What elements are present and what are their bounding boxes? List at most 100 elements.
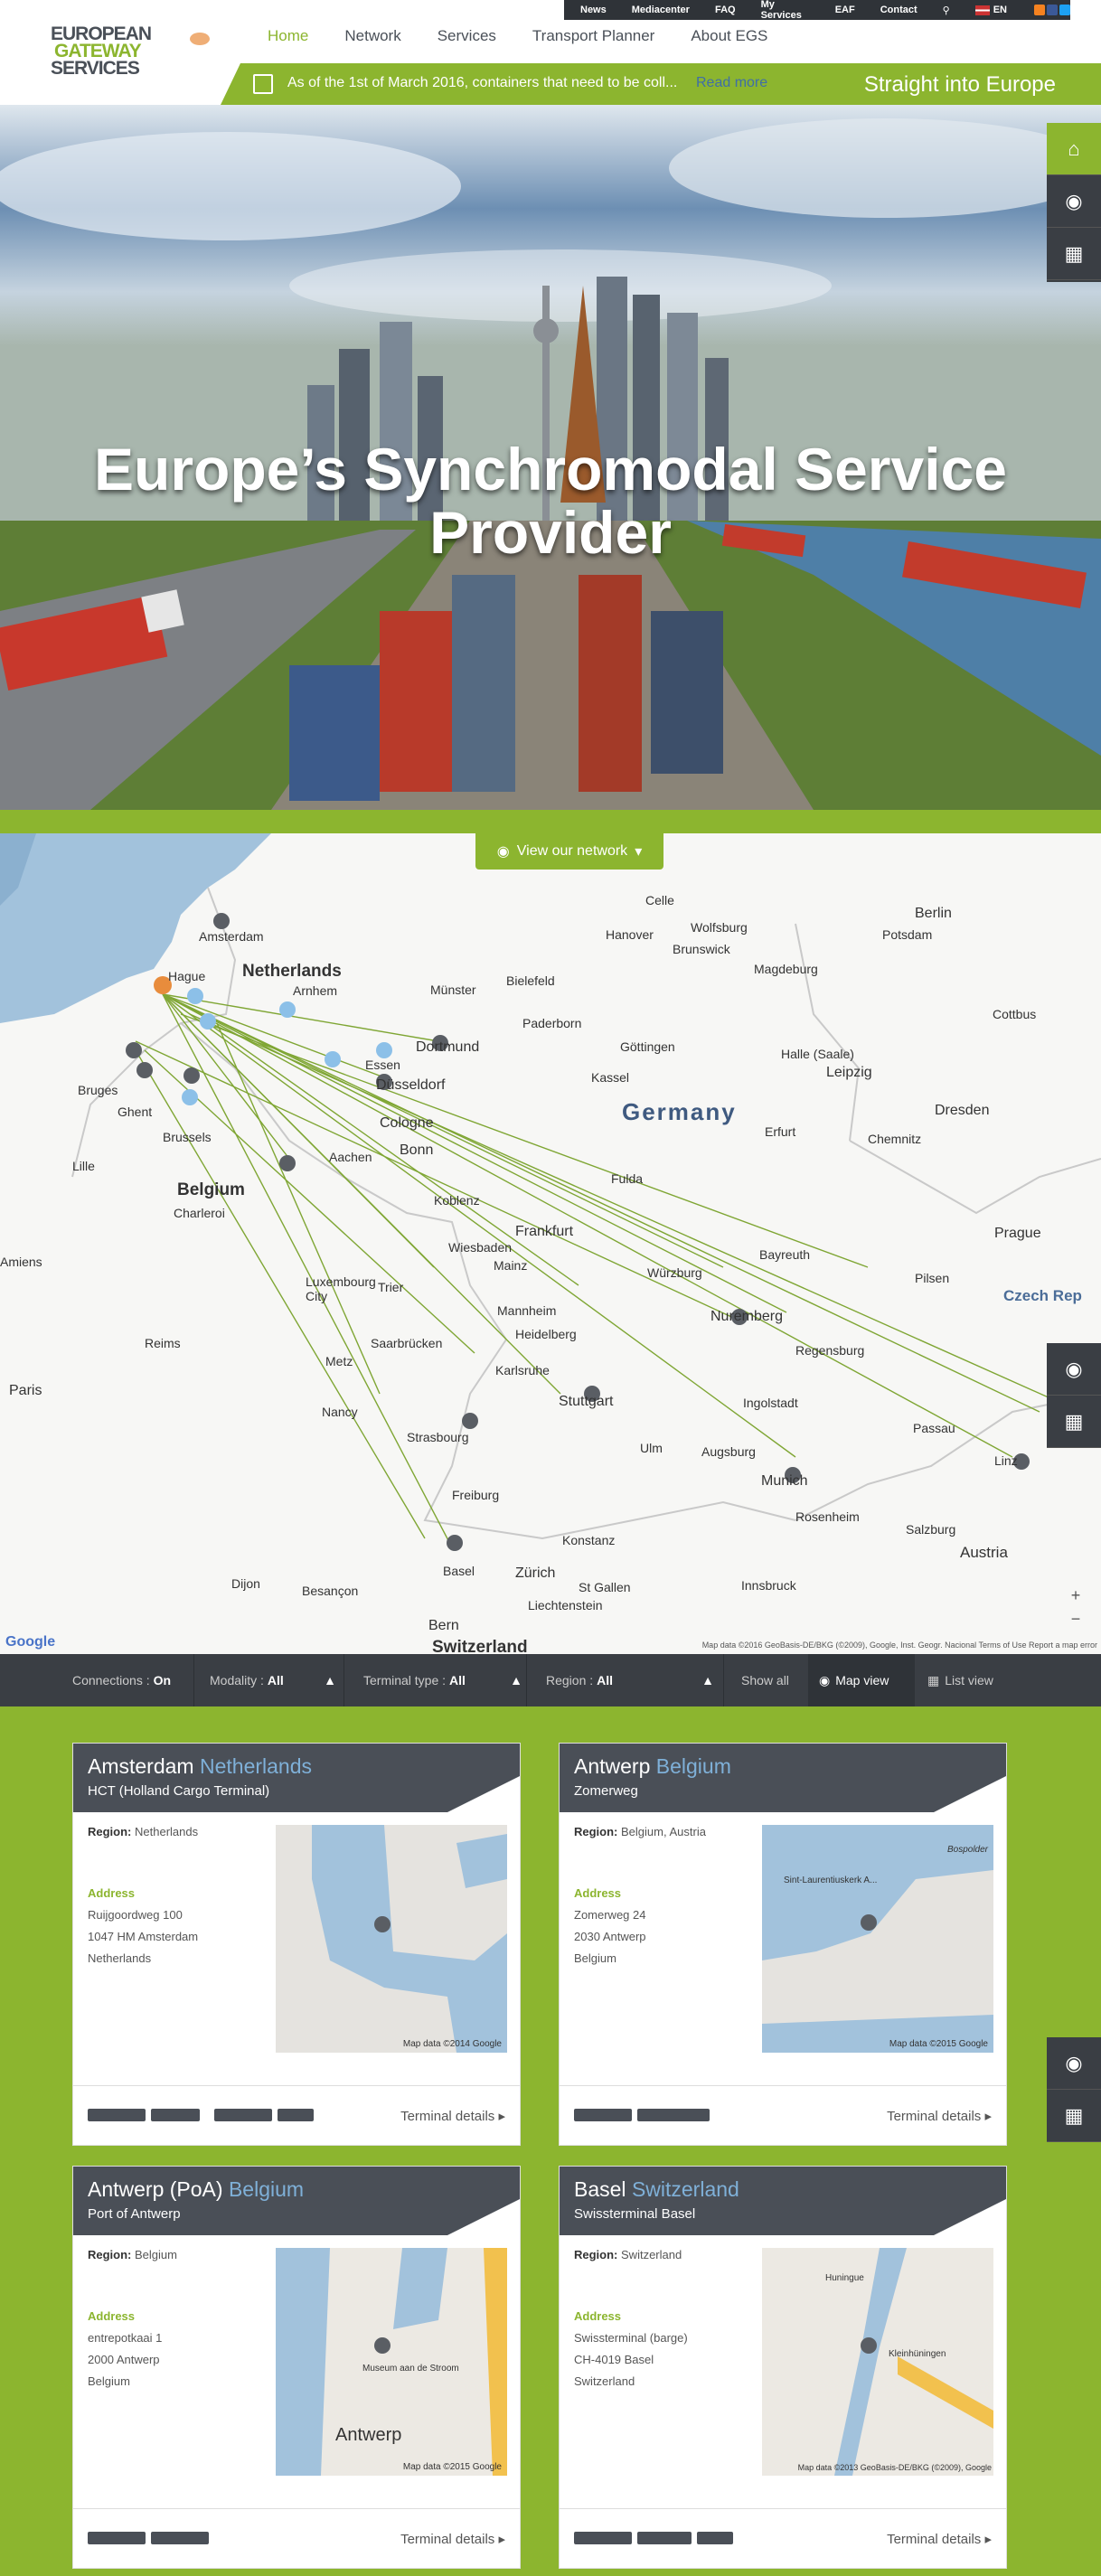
language-selector[interactable]: EN (974, 5, 1007, 15)
card-title[interactable]: Basel Switzerland (574, 2177, 739, 2202)
barge-icon (151, 2532, 209, 2544)
nav-network[interactable]: Network (344, 27, 400, 45)
map-credit: Map data ©2015 Google (402, 2462, 502, 2472)
connections-toggle[interactable]: Connections : On (72, 1654, 171, 1706)
topbar-news-link[interactable]: News (580, 5, 607, 15)
map-label-kassel: Kassel (591, 1070, 630, 1085)
map-label-prague: Prague (994, 1226, 1041, 1241)
topbar-contact-link[interactable]: Contact (880, 5, 918, 15)
list-view-button[interactable]: ▦ List view (927, 1654, 993, 1706)
terminal-details-link[interactable]: Terminal details ▸ (400, 2108, 505, 2124)
rss-icon[interactable] (1034, 5, 1045, 15)
nav-home[interactable]: Home (268, 27, 308, 45)
card-region: Region: Belgium (88, 2248, 177, 2261)
terminal-details-link[interactable]: Terminal details ▸ (887, 2108, 992, 2124)
hero-banner: Europe’s Synchromodal Service Provider (0, 105, 1101, 810)
terminal-card-antwerp: Antwerp Belgium Zomerweg Region: Belgium… (559, 1743, 1007, 2146)
address-line: 1047 HM Amsterdam (88, 1930, 199, 1943)
terminal-details-link[interactable]: Terminal details ▸ (887, 2531, 992, 2547)
details-label: Terminal details (887, 2109, 982, 2124)
card-title[interactable]: Antwerp Belgium (574, 1754, 731, 1779)
terminal-mini-map[interactable]: Sint-Laurentiuskerk A... Bospolder Map d… (762, 1825, 993, 2053)
map-label-heidelberg: Heidelberg (515, 1327, 577, 1341)
map-label-bern: Bern (428, 1618, 459, 1633)
map-country-germany: Germany (622, 1098, 737, 1125)
map-label-brunswick: Brunswick (673, 942, 730, 956)
map-label-gottingen: Göttingen (620, 1039, 675, 1054)
grid-tab[interactable]: ▦ (1047, 2090, 1101, 2142)
home-tab[interactable]: ⌂ (1047, 123, 1101, 175)
globe-tab[interactable]: ◉ (1047, 175, 1101, 228)
terminal-mini-map[interactable]: Map data ©2014 Google (276, 1825, 507, 2053)
zoom-in-button[interactable]: + (1067, 1584, 1085, 1607)
map-attribution[interactable]: Map data ©2016 GeoBasis-DE/BKG (©2009), … (0, 1641, 1101, 1653)
card-title[interactable]: Amsterdam Netherlands (88, 1754, 312, 1779)
view-network-button[interactable]: ◉ View our network ▾ (475, 833, 663, 870)
card-region: Region: Netherlands (88, 1825, 198, 1838)
partner-logo-icon (190, 33, 210, 45)
show-all-button[interactable]: Show all (741, 1654, 789, 1706)
card-body: Region: Belgium Address entrepotkaai 1 2… (73, 2235, 520, 2508)
map-label: Museum aan de Stroom (362, 2364, 459, 2374)
nav-services[interactable]: Services (438, 27, 496, 45)
modality-label: Modality : (210, 1673, 264, 1688)
mini-map-graphic (762, 1825, 993, 2053)
terminal-mini-map[interactable]: Kleinhüningen Huningue Map data ©2013 Ge… (762, 2248, 993, 2476)
address-line: Belgium (88, 2374, 130, 2388)
barge-icon (151, 2109, 200, 2121)
network-map[interactable]: ◉ View our network ▾ Germany Netherlands… (0, 833, 1101, 1654)
terminal-markers[interactable] (126, 913, 1030, 1551)
grid-tab[interactable]: ▦ (1047, 228, 1101, 280)
read-more-link[interactable]: Read more (696, 75, 767, 91)
map-label-liechtenstein: Liechtenstein (528, 1598, 603, 1612)
map-label-dijon: Dijon (231, 1576, 260, 1591)
terminal-details-link[interactable]: Terminal details ▸ (400, 2531, 505, 2547)
search-icon[interactable]: ⚲ (943, 5, 950, 16)
modality-select[interactable]: Modality : All ▲ (210, 1654, 336, 1706)
terminal-type-select[interactable]: Terminal type : All ▲ (363, 1654, 522, 1706)
card-notch (447, 1776, 520, 1812)
map-label-netherlands: Netherlands (242, 962, 342, 981)
terminal-mini-map[interactable]: Museum aan de Stroom Antwerp Map data ©2… (276, 2248, 507, 2476)
grid-tab[interactable]: ▦ (1047, 1396, 1101, 1448)
globe-tab[interactable]: ◉ (1047, 2037, 1101, 2090)
nav-transport-planner[interactable]: Transport Planner (532, 27, 654, 45)
main-navigation: Home Network Services Transport Planner … (268, 27, 767, 45)
region-select[interactable]: Region : All ▲ (546, 1654, 714, 1706)
card-header: Basel Switzerland Swissterminal Basel (560, 2167, 1006, 2235)
side-panel-top: ⌂ ◉ ▦ (1047, 123, 1101, 282)
chevron-down-icon: ▾ (635, 844, 643, 860)
topbar-faq-link[interactable]: FAQ (715, 5, 736, 15)
card-header: Amsterdam Netherlands HCT (Holland Cargo… (73, 1744, 520, 1812)
map-view-button[interactable]: ◉ Map view (808, 1654, 915, 1706)
topbar-mediacenter-link[interactable]: Mediacenter (632, 5, 690, 15)
map-label-karlsruhe: Karlsruhe (495, 1363, 550, 1377)
map-label-trier: Trier (378, 1280, 404, 1294)
topbar-myservices-link[interactable]: My Services (761, 0, 810, 21)
map-label-hague: Hague (168, 969, 206, 983)
map-label-cottbus: Cottbus (993, 1007, 1037, 1021)
card-terminal-name: HCT (Holland Cargo Terminal) (88, 1783, 270, 1799)
twitter-icon[interactable] (1059, 5, 1070, 15)
egs-logo[interactable]: EUROPEAN GATEWAY SERVICES (51, 24, 177, 83)
card-city: Antwerp (PoA) (88, 2177, 223, 2201)
mini-map-graphic (312, 1825, 507, 2053)
card-title[interactable]: Antwerp (PoA) Belgium (88, 2177, 304, 2202)
card-city: Antwerp (574, 1754, 651, 1778)
address-label: Address (88, 1886, 136, 1900)
map-label-saarbrucken: Saarbrücken (371, 1336, 443, 1350)
nav-about-egs[interactable]: About EGS (691, 27, 767, 45)
map-zoom-controls[interactable]: + − (1067, 1584, 1085, 1631)
map-label-paris: Paris (9, 1383, 42, 1398)
map-label-pilsen: Pilsen (915, 1271, 950, 1285)
globe-tab[interactable]: ◉ (1047, 1343, 1101, 1396)
social-icons (1032, 5, 1070, 15)
facebook-icon[interactable] (1047, 5, 1058, 15)
topbar-eaf-link[interactable]: EAF (835, 5, 855, 15)
card-terminal-name: Zomerweg (574, 1783, 638, 1799)
address-line: 2000 Antwerp (88, 2353, 160, 2366)
map-label-essen: Essen (365, 1058, 400, 1072)
news-text[interactable]: As of the 1st of March 2016, containers … (287, 75, 677, 91)
zoom-out-button[interactable]: − (1067, 1607, 1085, 1631)
address-line: Netherlands (88, 1951, 152, 1965)
